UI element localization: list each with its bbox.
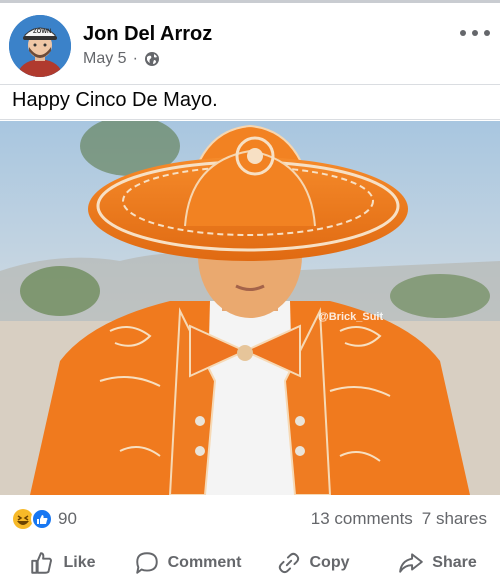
author-name[interactable]: Jon Del Arroz [83,23,212,46]
share-arrow-icon [399,553,424,573]
like-reaction-icon [31,508,53,530]
avatar[interactable]: ZOWN [9,15,71,77]
action-bar: Like Comment Copy Share [0,544,500,582]
link-icon [278,552,299,574]
reaction-count[interactable]: 90 [58,509,77,529]
speech-bubble-icon [135,552,158,574]
header-divider [0,84,500,85]
meta-separator: · [132,50,138,67]
like-label: Like [63,554,96,571]
share-button[interactable]: Share [375,544,500,582]
more-options-icon[interactable] [460,25,490,41]
avatar-illustration: ZOWN [9,15,71,77]
haha-reaction-icon [13,509,33,529]
image-watermark: @Brick_Suit [318,311,384,323]
post-header: ZOWN Jon Del Arroz May 5 · [0,3,500,85]
like-button[interactable]: Like [0,544,125,582]
post-stats: 13 comments 7 shares [311,509,487,529]
shares-count[interactable]: 7 shares [422,509,487,529]
reaction-icons[interactable] [12,508,56,530]
share-label: Share [432,554,477,571]
caption-divider [0,119,500,120]
svg-text:ZOWN: ZOWN [33,29,51,35]
comment-label: Comment [167,554,242,571]
post-date[interactable]: May 5 [83,50,127,68]
reactions-bar: 90 13 comments 7 shares [0,500,500,538]
comments-count[interactable]: 13 comments [311,509,413,529]
copy-button[interactable]: Copy [250,544,375,582]
post-caption: Happy Cinco De Mayo. [12,89,218,111]
post-image[interactable]: @Brick_Suit [0,121,500,495]
globe-icon[interactable] [144,51,160,67]
photo-illustration [0,121,500,495]
copy-label: Copy [309,554,350,571]
thumbs-up-icon [31,552,53,574]
comment-button[interactable]: Comment [125,544,250,582]
post-meta: May 5 · [83,50,160,68]
